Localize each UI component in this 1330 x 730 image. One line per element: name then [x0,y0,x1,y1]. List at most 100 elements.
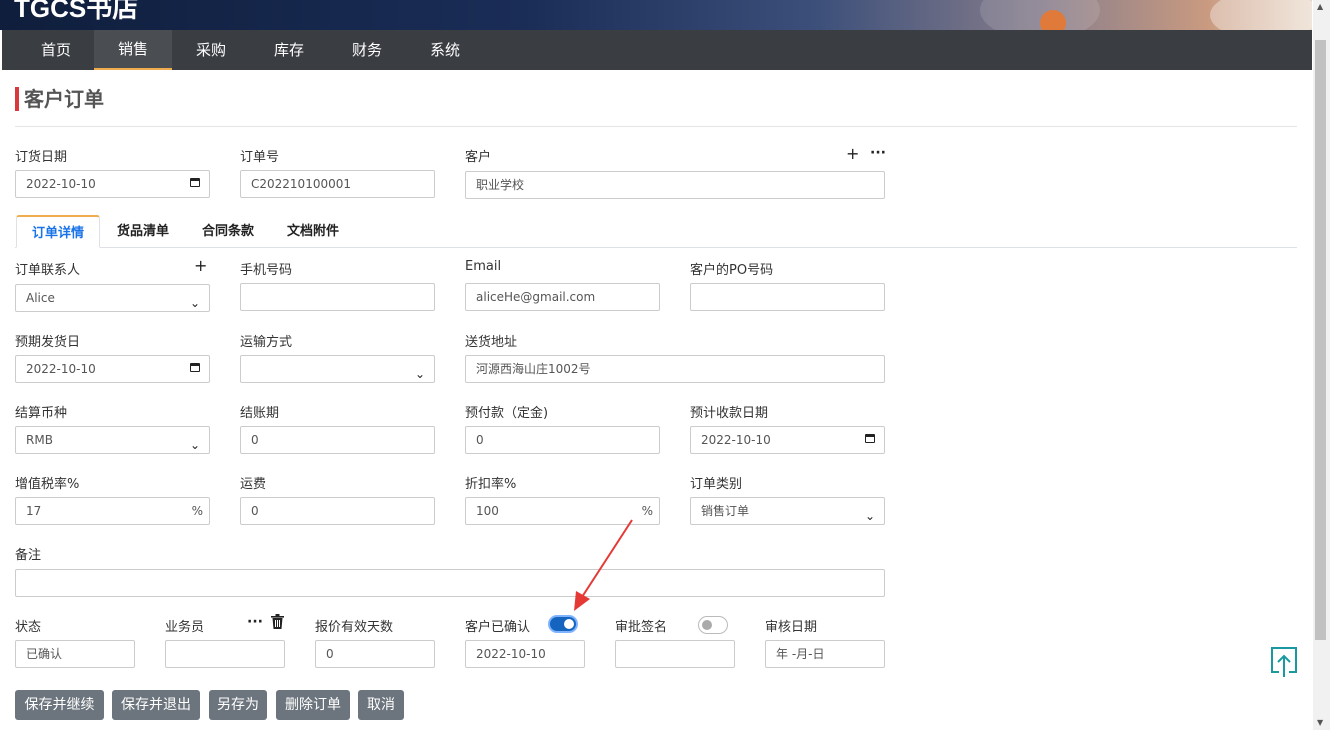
contact-label: 订单联系人 [15,263,81,278]
order-type-value: 销售订单 [701,504,750,518]
address-label: 送货地址 [465,335,518,350]
approval-sign-toggle[interactable] [698,616,728,634]
shipping-select[interactable]: ⌄ [240,355,435,383]
contact-value: Alice [26,291,55,305]
calendar-icon[interactable] [190,178,200,187]
approval-date-label: 审核日期 [765,620,818,635]
calendar-icon[interactable] [190,363,200,372]
ship-date-input[interactable]: 2022-10-10 [15,355,210,383]
phone-label: 手机号码 [240,263,293,278]
customer-value: 职业学校 [476,178,525,192]
order-date-value: 2022-10-10 [26,177,96,191]
chevron-down-icon: ⌄ [189,296,200,310]
cancel-button[interactable]: 取消 [358,690,404,720]
scroll-thumb[interactable] [1315,40,1326,640]
save-continue-button[interactable]: 保存并继续 [15,690,104,720]
page-scrollbar[interactable]: ▲ ▼ [1313,0,1330,730]
tab-order-details[interactable]: 订单详情 [16,215,100,248]
tab-goods-list[interactable]: 货品清单 [108,215,178,248]
approval-date-input[interactable]: 年 -月-日 [765,640,885,668]
customer-confirmed-toggle[interactable] [548,615,578,633]
payment-terms-input[interactable]: 0 [240,426,435,454]
discount-label: 折扣率% [465,477,517,492]
remarks-label: 备注 [15,548,42,563]
remarks-input[interactable] [15,569,885,597]
chevron-down-icon: ⌄ [864,509,875,523]
upload-icon[interactable] [1270,646,1298,678]
order-no-value: C202210100001 [251,177,351,191]
more-customer-icon[interactable]: ··· [870,145,886,161]
scroll-down-arrow-icon[interactable]: ▼ [1317,718,1323,727]
toggle-knob [702,620,712,630]
page-title: 客户订单 [15,87,104,111]
customer-confirmed-label: 客户已确认 [465,620,531,635]
order-date-label: 订货日期 [15,150,68,165]
nav-item-purchase[interactable]: 采购 [172,30,250,70]
banner-decoration-dot [1040,10,1066,30]
ship-date-label: 预期发货日 [15,335,81,350]
payment-terms-value: 0 [251,433,259,447]
customer-input[interactable]: 职业学校 [465,171,885,199]
nav-item-finance[interactable]: 财务 [328,30,406,70]
address-input[interactable]: 河源西海山庄1002号 [465,355,885,383]
freight-input[interactable]: 0 [240,497,435,525]
save-exit-button[interactable]: 保存并退出 [112,690,200,720]
email-value: aliceHe@gmail.com [476,290,596,304]
address-value: 河源西海山庄1002号 [476,362,591,376]
delete-order-button[interactable]: 删除订单 [276,690,350,720]
scroll-up-arrow-icon[interactable]: ▲ [1317,2,1323,11]
approval-sign-input[interactable] [615,640,735,668]
salesperson-label: 业务员 [165,620,205,635]
receipt-date-input[interactable]: 2022-10-10 [690,426,885,454]
po-input[interactable] [690,283,885,311]
quote-days-label: 报价有效天数 [315,620,394,635]
prepayment-input[interactable]: 0 [465,426,660,454]
calendar-icon[interactable] [865,434,875,443]
save-as-button[interactable]: 另存为 [209,690,267,720]
receipt-date-value: 2022-10-10 [701,433,771,447]
vat-input[interactable]: 17 % [15,497,210,525]
freight-label: 运费 [240,477,267,492]
freight-value: 0 [251,504,259,518]
currency-value: RMB [26,433,53,447]
email-label: Email [465,259,502,274]
customer-confirmed-date-value: 2022-10-10 [476,647,546,661]
phone-input[interactable] [240,283,435,311]
nav-item-sales[interactable]: 销售 [94,30,172,70]
brand-logo[interactable]: TGCS书店 [14,0,138,25]
prepayment-value: 0 [476,433,484,447]
vat-value: 17 [26,504,42,518]
chevron-down-icon: ⌄ [189,438,200,452]
email-input[interactable]: aliceHe@gmail.com [465,283,660,311]
more-salesperson-icon[interactable]: ··· [247,614,263,630]
currency-select[interactable]: RMB ⌄ [15,426,210,454]
add-customer-icon[interactable]: + [846,146,859,162]
discount-unit: % [641,504,653,518]
salesperson-input[interactable] [165,640,285,668]
discount-value: 100 [476,504,499,518]
tab-attachments[interactable]: 文档附件 [278,215,348,248]
status-input[interactable]: 已确认 [15,640,135,668]
prepayment-label: 预付款（定金) [465,406,549,421]
nav-item-home[interactable]: 首页 [17,30,95,70]
customer-label: 客户 [465,150,492,165]
quote-days-value: 0 [326,647,334,661]
trash-icon[interactable] [271,614,284,632]
annotation-arrow-icon [574,519,633,611]
add-contact-icon[interactable]: + [194,258,207,274]
tab-contract-terms[interactable]: 合同条款 [193,215,263,248]
contact-select[interactable]: Alice ⌄ [15,284,210,312]
header-banner: TGCS书店 [0,0,1312,30]
order-type-select[interactable]: 销售订单 ⌄ [690,497,885,525]
order-no-input[interactable]: C202210100001 [240,170,435,198]
approval-date-placeholder: 年 -月-日 [776,647,825,661]
quote-days-input[interactable]: 0 [315,640,435,668]
order-no-label: 订单号 [240,150,280,165]
nav-item-system[interactable]: 系统 [406,30,484,70]
nav-item-inventory[interactable]: 库存 [250,30,328,70]
chevron-down-icon: ⌄ [414,367,425,381]
customer-confirmed-date-input[interactable]: 2022-10-10 [465,640,585,668]
order-date-input[interactable]: 2022-10-10 [15,170,210,198]
ship-date-value: 2022-10-10 [26,362,96,376]
vat-unit: % [191,504,203,518]
